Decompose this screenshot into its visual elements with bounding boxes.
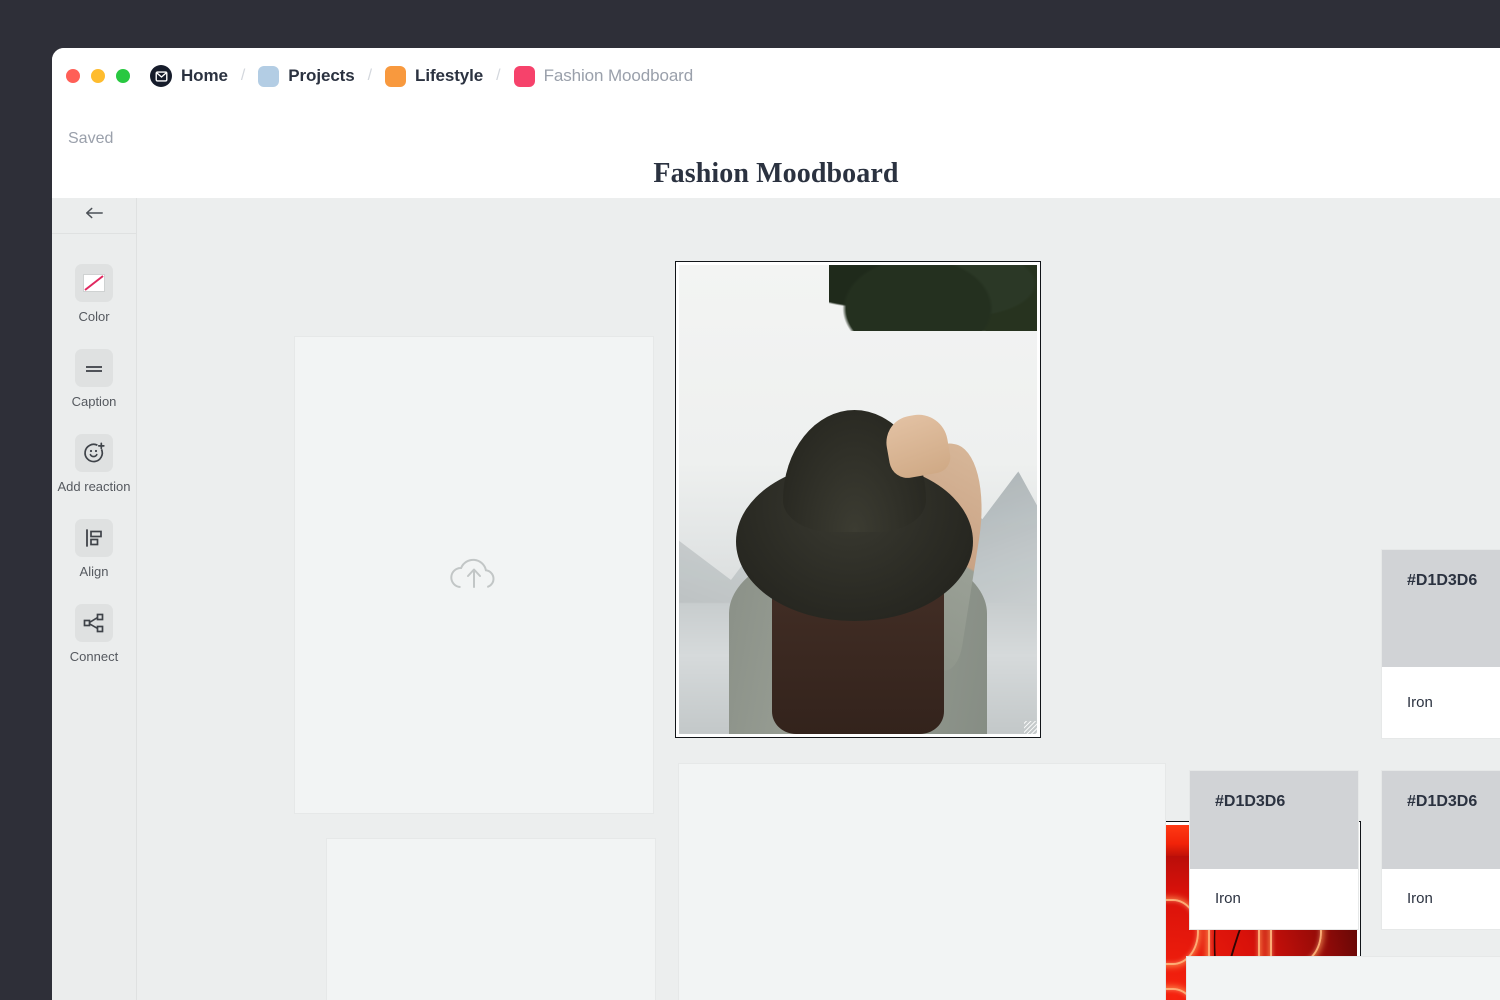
minimize-window-button[interactable] — [91, 69, 105, 83]
breadcrumb-label-projects: Projects — [288, 66, 354, 86]
arrow-left-icon — [84, 206, 104, 225]
color-swatch-card-2[interactable]: #D1D3D6 Iron — [1189, 770, 1359, 930]
upload-card-2[interactable] — [326, 838, 656, 1000]
tool-label-align: Align — [80, 564, 109, 579]
moodboard-canvas[interactable]: #D1D3D6 Iron #D1D3D6 Iron #D1D3D6 — [138, 198, 1500, 1000]
swatch-name-label: Iron — [1407, 890, 1433, 907]
project-color-chip — [258, 66, 279, 87]
breadcrumb-item-projects[interactable]: Projects — [258, 66, 354, 87]
tool-connect[interactable]: Connect — [52, 604, 136, 664]
titlebar: Home / Projects / Lifestyle / Fashion Mo… — [52, 48, 1500, 104]
tool-caption[interactable]: Caption — [52, 349, 136, 409]
maximize-window-button[interactable] — [116, 69, 130, 83]
breadcrumb-separator: / — [368, 67, 372, 85]
close-window-button[interactable] — [66, 69, 80, 83]
swatch-name-label: Iron — [1407, 694, 1433, 711]
page-title: Fashion Moodboard — [52, 158, 1500, 190]
breadcrumb-label-current: Fashion Moodboard — [544, 66, 694, 86]
caption-lines-icon — [75, 349, 113, 387]
share-nodes-icon — [75, 604, 113, 642]
align-left-icon — [75, 519, 113, 557]
swatch-footer: Iron — [1382, 869, 1500, 929]
lifestyle-color-chip — [385, 66, 406, 87]
swatch-footer: Iron — [1190, 869, 1358, 929]
breadcrumb-separator: / — [496, 67, 500, 85]
color-swatch-card-1[interactable]: #D1D3D6 Iron — [1381, 549, 1500, 739]
home-mail-icon — [150, 65, 172, 87]
breadcrumb: Home / Projects / Lifestyle / Fashion Mo… — [150, 65, 693, 87]
swatch-hex-label: #D1D3D6 — [1407, 793, 1477, 810]
body-region: Color Caption — [52, 198, 1500, 1000]
swatch-color-block: #D1D3D6 — [1382, 550, 1500, 667]
breadcrumb-label-home: Home — [181, 66, 228, 86]
tool-align[interactable]: Align — [52, 519, 136, 579]
photo-lake-hat-image — [679, 265, 1037, 734]
moodboard-color-chip — [514, 66, 535, 87]
cloud-upload-icon — [462, 994, 520, 1000]
sidebar: Color Caption — [52, 198, 137, 1000]
sidebar-back-button[interactable] — [52, 198, 136, 234]
color-swatch-card-3[interactable]: #D1D3D6 Iron — [1381, 770, 1500, 930]
tool-color[interactable]: Color — [52, 264, 136, 324]
cloud-upload-icon — [445, 549, 503, 602]
color-swatch-icon — [75, 264, 113, 302]
swatch-color-block: #D1D3D6 — [1382, 771, 1500, 869]
traffic-lights — [66, 69, 130, 83]
swatch-color-block: #D1D3D6 — [1190, 771, 1358, 869]
tool-add-reaction[interactable]: Add reaction — [52, 434, 136, 494]
upload-card-1[interactable] — [294, 336, 654, 814]
breadcrumb-item-home[interactable]: Home — [150, 65, 228, 87]
blank-card-1[interactable] — [678, 763, 1166, 1000]
save-status: Saved — [68, 130, 113, 148]
app-window: Home / Projects / Lifestyle / Fashion Mo… — [52, 48, 1500, 1000]
subbar: Saved Fashion Moodboard — [52, 104, 1500, 198]
swatch-hex-label: #D1D3D6 — [1407, 572, 1477, 589]
breadcrumb-item-lifestyle[interactable]: Lifestyle — [385, 66, 483, 87]
breadcrumb-item-current[interactable]: Fashion Moodboard — [514, 66, 694, 87]
tool-label-caption: Caption — [72, 394, 117, 409]
blank-card-2[interactable] — [1186, 956, 1500, 1000]
breadcrumb-label-lifestyle: Lifestyle — [415, 66, 483, 86]
tool-list: Color Caption — [52, 234, 136, 664]
photo-lake-hat[interactable] — [675, 261, 1041, 738]
smiley-plus-icon — [75, 434, 113, 472]
tool-label-connect: Connect — [70, 649, 118, 664]
swatch-footer: Iron — [1382, 667, 1500, 738]
breadcrumb-separator: / — [241, 67, 245, 85]
swatch-name-label: Iron — [1215, 890, 1241, 907]
tool-label-add-reaction: Add reaction — [58, 479, 131, 494]
tool-label-color: Color — [78, 309, 109, 324]
swatch-hex-label: #D1D3D6 — [1215, 793, 1285, 810]
